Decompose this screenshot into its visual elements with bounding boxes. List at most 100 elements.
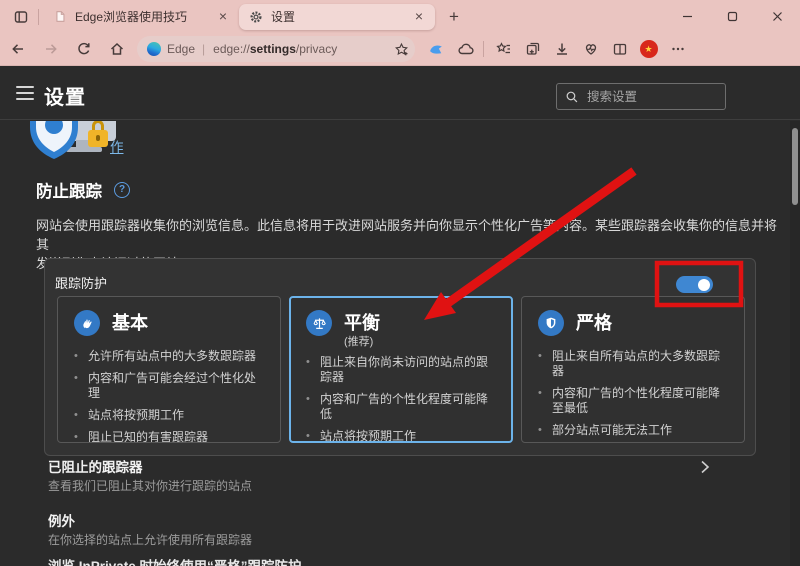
blocked-trackers-row[interactable]: 已阻止的跟踪器 [48,456,143,476]
bullet-item: •站点将按预期工作 [74,408,266,423]
bullet-item: •阻止来自你尚未访问的站点的跟踪器 [306,355,498,385]
card-bullet-list: •阻止来自所有站点的大多数跟踪器 •内容和广告的个性化程度可能降至最低 •部分站… [538,349,730,443]
inprivate-strict-row-partial: 浏览 InPrivate 时始终使用“严格”跟踪防护 [48,555,302,566]
url-separator: | [202,42,205,56]
settings-search-box[interactable] [556,83,726,110]
forward-icon [43,41,59,57]
card-balanced-selected[interactable]: 平衡 (推荐) •阻止来自你尚未访问的站点的跟踪器 •内容和广告的个性化程度可能… [289,296,513,443]
site-name: Edge [167,42,195,56]
favorites-button[interactable] [490,36,517,63]
collections-button[interactable] [519,36,546,63]
exceptions-subtitle: 在你选择的站点上允许使用所有跟踪器 [48,531,252,548]
recommended-badge: (推荐) [344,336,380,348]
minimize-icon [682,11,693,22]
tab-close-icon[interactable]: × [215,9,231,25]
shield-graphic [30,121,82,165]
tracking-prevention-heading-row: 防止跟踪 ? [36,178,130,202]
bullet-item: •站点将按预期工作 [306,429,498,443]
card-strict[interactable]: 严格 •阻止来自所有站点的大多数跟踪器 •内容和广告的个性化程度可能降至最低 •… [521,296,745,443]
home-button[interactable] [102,35,132,63]
download-icon [554,41,570,57]
privacy-intro-link-wrap: 作 [110,136,124,156]
hand-icon [74,310,100,336]
menu-hamburger-button[interactable] [16,86,34,100]
description-line: 网站会使用跟踪器收集你的浏览信息。此信息将用于改进网站服务并向你显示个性化广告等… [36,216,781,254]
split-screen-icon [612,41,628,57]
toolbar-separator [483,41,484,57]
tracking-level-cards: 基本 •允许所有站点中的大多数跟踪器 •内容和广告可能会经过个性化处理 •站点将… [57,296,745,443]
tab-bar: Edge浏览器使用技巧 × 设置 × + [0,0,800,33]
tab-close-icon[interactable]: × [411,9,427,25]
downloads-button[interactable] [548,36,575,63]
card-title: 平衡 [344,310,380,336]
blocked-trackers-subtitle: 查看我们已阻止其对你进行跟踪的站点 [48,477,252,494]
tab-title: 设置 [271,8,411,25]
bullet-item: •允许所有站点中的大多数跟踪器 [74,349,266,364]
window-controls [665,0,800,33]
edge-browser-window: Edge浏览器使用技巧 × 设置 × + Edge | edge://setti… [0,0,800,566]
back-icon [10,41,26,57]
minimize-button[interactable] [665,0,710,33]
add-favorite-icon[interactable] [394,42,409,57]
url-text: edge://settings/privacy [213,42,394,56]
close-window-button[interactable] [755,0,800,33]
bullet-item: •部分站点可能无法工作 [538,423,730,438]
scales-icon [306,310,332,336]
search-input[interactable] [587,90,707,104]
heart-pulse-icon [583,41,599,57]
exceptions-row[interactable]: 例外 [48,510,75,530]
maximize-button[interactable] [710,0,755,33]
gear-icon [249,10,263,24]
more-dots-icon [670,41,686,57]
maximize-icon [727,11,738,22]
china-flag-avatar: ★ [640,40,658,58]
back-button[interactable] [3,35,33,63]
tab-title: Edge浏览器使用技巧 [75,8,215,25]
card-basic[interactable]: 基本 •允许所有站点中的大多数跟踪器 •内容和广告可能会经过个性化处理 •站点将… [57,296,281,443]
padlock-keyhole [96,135,100,141]
tab-actions-menu-button[interactable] [8,6,34,28]
bullet-item: •内容和广告可能会经过个性化处理 [74,371,266,401]
extensions-area: ★ [421,36,691,63]
refresh-button[interactable] [69,35,99,63]
close-icon [772,11,783,22]
toggle-label: 跟踪防护 [55,273,107,292]
refresh-icon [76,41,92,57]
collections-icon [525,41,541,57]
bullet-item: •内容和广告的个性化程度可能降至最低 [538,386,730,416]
card-title: 严格 [576,310,612,336]
tracking-protection-toggle[interactable] [676,276,713,293]
privacy-learn-more-link-2[interactable]: 作 [110,140,124,155]
home-icon [109,41,125,57]
favorites-star-icon [496,41,512,57]
privacy-illustration [30,121,122,165]
card-bullet-list: •允许所有站点中的大多数跟踪器 •内容和广告可能会经过个性化处理 •站点将按预期… [74,349,266,443]
address-bar[interactable]: Edge | edge://settings/privacy [137,36,415,62]
forward-button[interactable] [36,35,66,63]
bird-icon [428,41,445,58]
toggle-knob [698,279,710,291]
bullet-item: •内容和广告的个性化程度可能降低 [306,392,498,422]
browser-essentials-button[interactable] [577,36,604,63]
chevron-right-icon[interactable] [699,459,711,480]
settings-header: 设置 [0,66,800,120]
new-tab-button[interactable]: + [441,5,467,29]
extension-button[interactable] [452,36,479,63]
settings-menu-button[interactable] [664,36,691,63]
edge-logo [147,42,161,56]
section-title: 防止跟踪 [36,178,102,202]
extension-icon [458,41,474,57]
split-screen-button[interactable] [606,36,633,63]
tab-edge-tips[interactable]: Edge浏览器使用技巧 × [43,4,239,30]
bullet-item: •阻止来自所有站点的大多数跟踪器 [538,349,730,379]
tab-settings[interactable]: 设置 × [239,4,435,30]
scrollbar-thumb[interactable] [792,128,798,205]
page-title: 设置 [44,81,86,110]
bird-extension-button[interactable] [423,36,450,63]
tab-actions-icon [13,9,29,25]
bullet-item: •阻止已知的有害跟踪器 [74,430,266,443]
tab-separator [38,9,39,25]
help-icon[interactable]: ? [114,182,130,198]
tracking-protection-panel: 跟踪防护 基本 •允许所有站点中的大多数跟踪器 •内容和广告可能会经过个性化处理… [44,258,756,456]
profile-avatar-button[interactable]: ★ [635,36,662,63]
